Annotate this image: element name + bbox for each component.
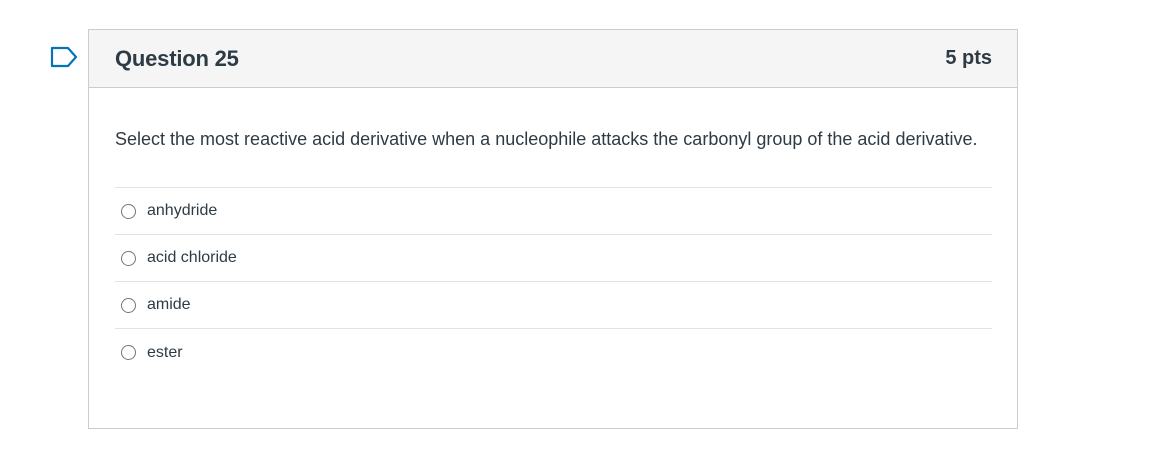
answer-option-ester[interactable]: ester <box>115 329 992 376</box>
answer-label[interactable]: acid chloride <box>147 249 237 267</box>
flag-question-icon-graphic <box>50 46 78 68</box>
question-points: 5 pts <box>945 47 992 69</box>
answer-option-amide[interactable]: amide <box>115 282 992 329</box>
answer-list: anhydride acid chloride amide ester <box>115 187 992 376</box>
radio-button[interactable] <box>121 297 136 313</box>
question-card: Question 25 5 pts Select the most reacti… <box>88 29 1018 429</box>
answer-label[interactable]: amide <box>147 296 191 314</box>
question-text: Select the most reactive acid derivative… <box>115 129 978 149</box>
radio-button[interactable] <box>121 345 136 360</box>
answer-option-acid-chloride[interactable]: acid chloride <box>115 235 992 282</box>
answer-option-anhydride[interactable]: anhydride <box>115 188 992 235</box>
question-header: Question 25 5 pts <box>89 30 1017 88</box>
question-title: Question 25 <box>115 45 239 71</box>
answer-label[interactable]: ester <box>147 344 183 362</box>
answer-label[interactable]: anhydride <box>147 202 217 220</box>
radio-button[interactable] <box>121 250 136 266</box>
radio-button[interactable] <box>121 203 136 219</box>
question-body: Select the most reactive acid derivative… <box>89 88 1017 376</box>
flag-question-icon[interactable] <box>50 46 78 68</box>
